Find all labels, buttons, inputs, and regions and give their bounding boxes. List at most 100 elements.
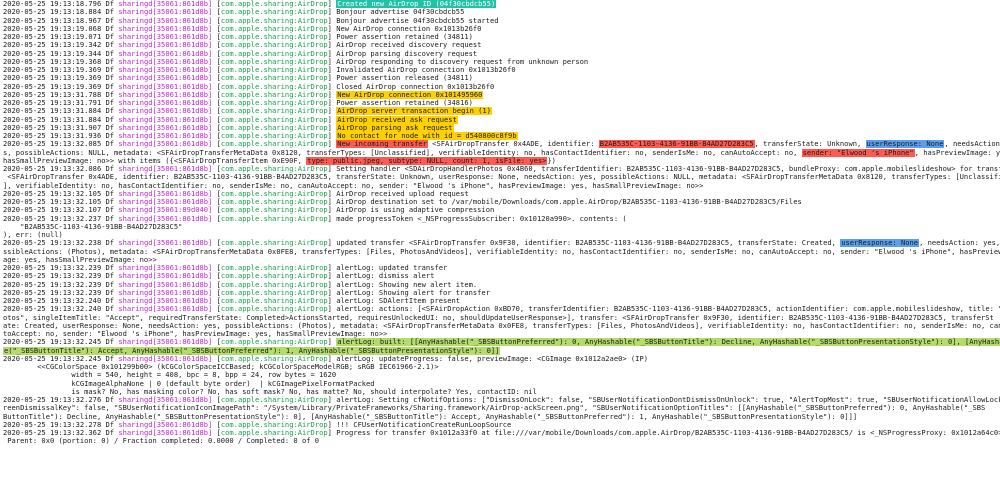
log-message: New AirDrop connection 0x1013b26f0 — [336, 25, 481, 33]
log-line[interactable]: 2020-05-25 19:13:32.239 Df sharingd[3506… — [3, 281, 1000, 289]
log-line[interactable]: <<CGColorSpace 0x101299b00> (kCGColorSpa… — [3, 363, 1000, 371]
log-line[interactable]: ButtonTitle"): Decline, AnyHashable("_SB… — [3, 413, 1000, 421]
log-subsystem: [com.apple.sharing:AirDrop] — [216, 305, 332, 314]
log-line[interactable]: 2020-05-25 19:13:32.085 Df sharingd[3506… — [3, 140, 1000, 149]
log-text: Progress for transfer 0x1012a33f0 at fil… — [336, 429, 1000, 437]
log-text: kCGImageAlphaNone | 0 (default byte orde… — [3, 379, 375, 388]
log-subsystem-name: com.apple.sharing:AirDrop — [220, 297, 328, 305]
log-subsystem-name: com.apple.sharing:AirDrop — [220, 305, 328, 314]
log-subsystem: [com.apple.sharing:AirDrop] — [216, 99, 332, 107]
log-subsystem-name: com.apple.sharing:AirDrop — [220, 90, 328, 99]
log-subsystem-name: com.apple.sharing:AirDrop — [220, 57, 328, 66]
log-line[interactable]: 2020-05-25 19:13:32.276 Df sharingd[3506… — [3, 396, 1000, 404]
log-line[interactable]: ate: Created, userResponse: None, needsA… — [3, 322, 1000, 330]
log-pid: [35061:861d8b] — [152, 82, 213, 91]
log-level: Df — [105, 115, 115, 124]
log-line[interactable]: 2020-05-25 19:13:31.936 Df sharingd[3506… — [3, 132, 1000, 140]
log-line[interactable]: ], verifiableIdentity: no, hasContactIde… — [3, 182, 1000, 190]
log-level: Df — [105, 396, 115, 404]
log-subsystem: [com.apple.sharing:AirDrop] — [216, 107, 332, 116]
log-line[interactable]: 2020-05-25 19:13:19.369 Df sharingd[3506… — [3, 74, 1000, 82]
highlighted-text: e("_SBSButtonTitle"): Accept, AnyHashabl… — [3, 346, 501, 355]
log-subsystem-name: com.apple.sharing:AirDrop — [220, 280, 328, 289]
log-line[interactable]: 2020-05-25 19:13:19.368 Df sharingd[3506… — [3, 58, 1000, 66]
log-subsystem: [com.apple.sharing:AirDrop] — [216, 288, 332, 297]
log-line[interactable]: 2020-05-25 19:13:31.884 Df sharingd[3506… — [3, 107, 1000, 116]
log-line[interactable]: 2020-05-25 19:13:32.240 Df sharingd[3506… — [3, 305, 1000, 313]
log-line[interactable]: ssibleActions: (Photos), metadata: <SFAi… — [3, 248, 1000, 256]
log-line[interactable]: e("_SBSButtonTitle"): Accept, AnyHashabl… — [3, 346, 1000, 355]
log-level: Df — [105, 49, 115, 58]
log-text: otos", singleItemTitle: "Accept", requir… — [3, 313, 994, 322]
log-line[interactable]: 2020-05-25 19:13:19.342 Df sharingd[3506… — [3, 41, 1000, 49]
log-subsystem-name: com.apple.sharing:AirDrop — [220, 107, 328, 116]
log-pid: [35061:861d8b] — [152, 280, 213, 289]
log-line[interactable]: 2020-05-25 19:13:32.107 Df sharingd[3506… — [3, 206, 1000, 214]
log-line[interactable]: 2020-05-25 19:13:18.884 Df sharingd[3506… — [3, 8, 1000, 16]
log-line[interactable]: 2020-05-25 19:13:31.907 Df sharingd[3506… — [3, 123, 1000, 132]
log-subsystem: [com.apple.sharing:AirDrop] — [216, 272, 332, 281]
log-line[interactable]: s, possibleActions: NULL, metadata: <SFA… — [3, 148, 1000, 157]
log-line[interactable]: 2020-05-25 19:13:19.369 Df sharingd[3506… — [3, 83, 1000, 91]
log-text: AirDrop responding to discovery request … — [336, 57, 589, 66]
log-level: Df — [105, 66, 115, 74]
log-level: Df — [105, 280, 115, 289]
log-line[interactable]: hasSmallPreviewImage: no>> with items ({… — [3, 156, 1000, 165]
log-pid: [35061:861d8b] — [152, 132, 213, 140]
log-line[interactable]: is mask? No, has masking color? No, has … — [3, 388, 1000, 396]
log-subsystem-name: com.apple.sharing:AirDrop — [220, 0, 328, 8]
log-line[interactable]: 2020-05-25 19:13:19.068 Df sharingd[3506… — [3, 25, 1000, 33]
log-level: Df — [105, 272, 115, 281]
log-line[interactable]: 2020-05-25 19:13:32.237 Df sharingd[3506… — [3, 215, 1000, 223]
log-line[interactable]: 2020-05-25 19:13:19.369 Df sharingd[3506… — [3, 66, 1000, 74]
log-line[interactable]: 2020-05-25 19:13:32.239 Df sharingd[3506… — [3, 264, 1000, 272]
log-line[interactable]: toAccept: no, sender: "Elwood 's iPhone"… — [3, 330, 1000, 338]
log-line[interactable]: <SFAirDropTransfer 0x4ADE, identifier: B… — [3, 173, 1000, 181]
log-pid: [35061:89d040] — [152, 206, 213, 215]
log-line[interactable]: ), err: (null) — [3, 231, 1000, 239]
log-process: sharingd — [118, 305, 153, 314]
log-line[interactable]: width = 540, height = 408, bpc = 8, bpp … — [3, 371, 1000, 379]
log-line[interactable]: age: yes, hasSmallPreviewImage: no>> — [3, 256, 1000, 264]
log-line[interactable]: 2020-05-25 19:13:18.967 Df sharingd[3506… — [3, 17, 1000, 25]
log-message: AirDrop received discovery request — [336, 41, 481, 49]
log-line[interactable]: 2020-05-25 19:13:19.071 Df sharingd[3506… — [3, 33, 1000, 41]
log-pid: [35061:861d8b] — [152, 66, 213, 74]
log-line[interactable]: 2020-05-25 19:13:32.105 Df sharingd[3506… — [3, 190, 1000, 198]
log-line[interactable]: 2020-05-25 19:13:31.791 Df sharingd[3506… — [3, 99, 1000, 107]
log-line[interactable]: 2020-05-25 19:13:31.884 Df sharingd[3506… — [3, 115, 1000, 124]
log-line[interactable]: 2020-05-25 19:13:19.344 Df sharingd[3506… — [3, 50, 1000, 58]
log-line[interactable]: 2020-05-25 19:13:31.788 Df sharingd[3506… — [3, 90, 1000, 99]
log-line[interactable]: 2020-05-25 19:13:32.086 Df sharingd[3506… — [3, 165, 1000, 173]
log-line[interactable]: 2020-05-25 19:13:32.239 Df sharingd[3506… — [3, 289, 1000, 297]
log-line[interactable]: 2020-05-25 19:13:32.245 Df sharingd[3506… — [3, 355, 1000, 363]
log-line[interactable]: "B2AB535C-1103-4136-91BB-B4AD27D283C5" — [3, 223, 1000, 231]
log-line[interactable]: Parent: 0x0 (portion: 0) / Fraction comp… — [3, 437, 1000, 445]
log-line[interactable]: 2020-05-25 19:13:18.796 Df sharingd[3506… — [3, 0, 1000, 8]
log-timestamp: 2020-05-25 19:13:31.788 — [3, 90, 102, 99]
console-log-view[interactable]: 2020-05-25 19:13:18.796 Df sharingd[3506… — [0, 0, 1000, 488]
log-subsystem: [com.apple.sharing:AirDrop] — [216, 16, 332, 25]
log-line[interactable]: 2020-05-25 19:13:32.239 Df sharingd[3506… — [3, 272, 1000, 280]
log-timestamp: 2020-05-25 19:13:32.239 — [3, 280, 102, 289]
log-process: sharingd — [118, 90, 153, 99]
log-line[interactable]: 2020-05-25 19:13:32.245 Df sharingd[3506… — [3, 338, 1000, 347]
log-line[interactable]: 2020-05-25 19:13:32.240 Df sharingd[3506… — [3, 297, 1000, 305]
log-line[interactable]: kCGImageAlphaNone | 0 (default byte orde… — [3, 380, 1000, 388]
log-timestamp: 2020-05-25 19:13:32.085 — [3, 140, 102, 149]
log-line[interactable]: 2020-05-25 19:13:32.105 Df sharingd[3506… — [3, 198, 1000, 206]
log-pid: [35061:861d8b] — [152, 214, 213, 223]
log-pid: [35061:861d8b] — [152, 16, 213, 25]
log-line[interactable]: 2020-05-25 19:13:32.278 Df sharingd[3506… — [3, 421, 1000, 429]
log-line[interactable]: 2020-05-25 19:13:32.362 Df sharingd[3506… — [3, 429, 1000, 437]
log-level: Df — [105, 165, 115, 173]
log-line[interactable]: reenDismissalKey": false, "SBUserNotific… — [3, 404, 1000, 412]
highlighted-text: sender: "Elwood 's iPhone" — [801, 148, 915, 157]
log-message: !!! CFUserNotificationCreateRunLoopSourc… — [336, 421, 511, 429]
log-timestamp: 2020-05-25 19:13:18.967 — [3, 16, 102, 25]
log-process: sharingd — [118, 24, 153, 33]
log-line[interactable]: otos", singleItemTitle: "Accept", requir… — [3, 314, 1000, 322]
log-process: sharingd — [118, 132, 153, 140]
log-line[interactable]: 2020-05-25 19:13:32.238 Df sharingd[3506… — [3, 239, 1000, 248]
log-message: AirDrop received ask request — [336, 115, 458, 124]
